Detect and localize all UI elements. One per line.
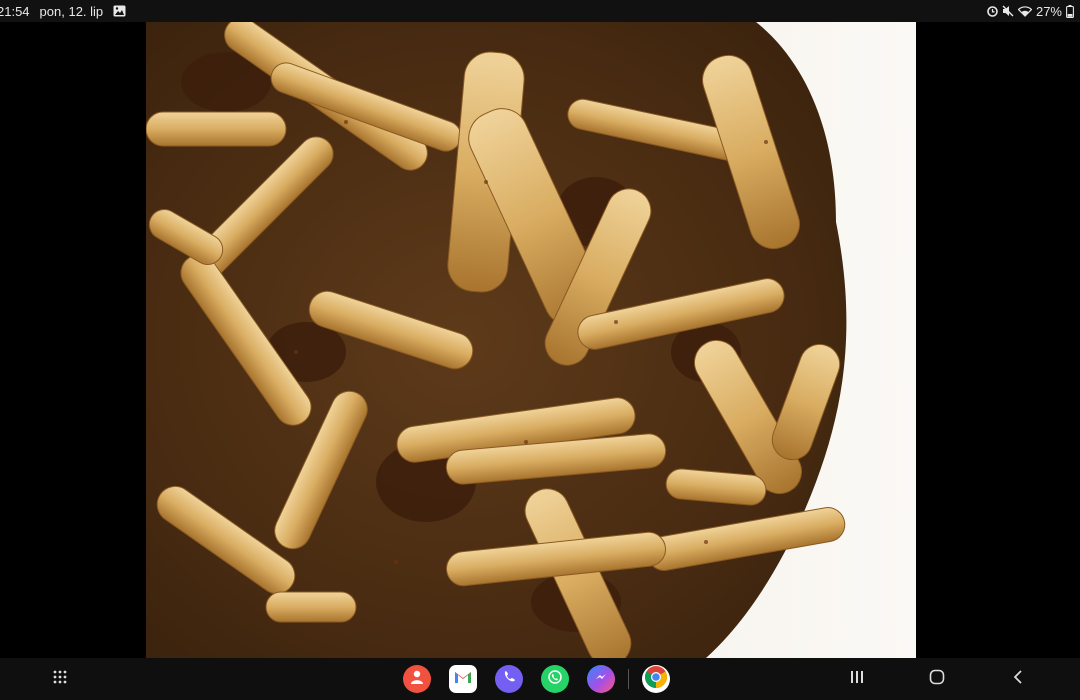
taskbar bbox=[0, 658, 1080, 700]
viber-app-button[interactable] bbox=[495, 665, 523, 693]
gallery-icon bbox=[113, 5, 126, 17]
contacts-icon bbox=[409, 669, 425, 690]
home-icon bbox=[929, 669, 945, 690]
alarm-icon bbox=[987, 5, 998, 17]
photo-viewer[interactable] bbox=[0, 22, 1080, 658]
wifi-icon bbox=[1017, 5, 1032, 17]
chrome-icon bbox=[644, 665, 668, 694]
whatsapp-icon bbox=[547, 669, 563, 690]
gmail-app-button[interactable] bbox=[449, 665, 477, 693]
gmail-icon bbox=[454, 670, 472, 689]
recents-icon bbox=[850, 670, 864, 689]
taskbar-divider bbox=[628, 669, 629, 689]
date: pon, 12. lip bbox=[39, 3, 104, 19]
photo[interactable] bbox=[146, 22, 916, 658]
status-bar: 21:54 pon, 12. lip 27% bbox=[0, 0, 1080, 22]
recents-button[interactable] bbox=[840, 658, 874, 700]
chrome-app-button[interactable] bbox=[642, 665, 670, 693]
battery-percent: 27% bbox=[1035, 3, 1062, 19]
app-drawer-button[interactable] bbox=[45, 658, 75, 700]
messenger-app-button[interactable] bbox=[587, 665, 615, 693]
contacts-app-button[interactable] bbox=[403, 665, 431, 693]
mute-icon bbox=[1002, 5, 1014, 17]
app-drawer-icon bbox=[52, 669, 68, 690]
clock: 21:54 bbox=[0, 3, 30, 19]
viber-icon bbox=[501, 669, 517, 690]
battery-icon bbox=[1066, 4, 1074, 18]
home-button[interactable] bbox=[920, 658, 954, 700]
back-button[interactable] bbox=[1001, 658, 1035, 700]
messenger-icon bbox=[593, 669, 609, 690]
back-icon bbox=[1012, 669, 1024, 690]
whatsapp-app-button[interactable] bbox=[541, 665, 569, 693]
